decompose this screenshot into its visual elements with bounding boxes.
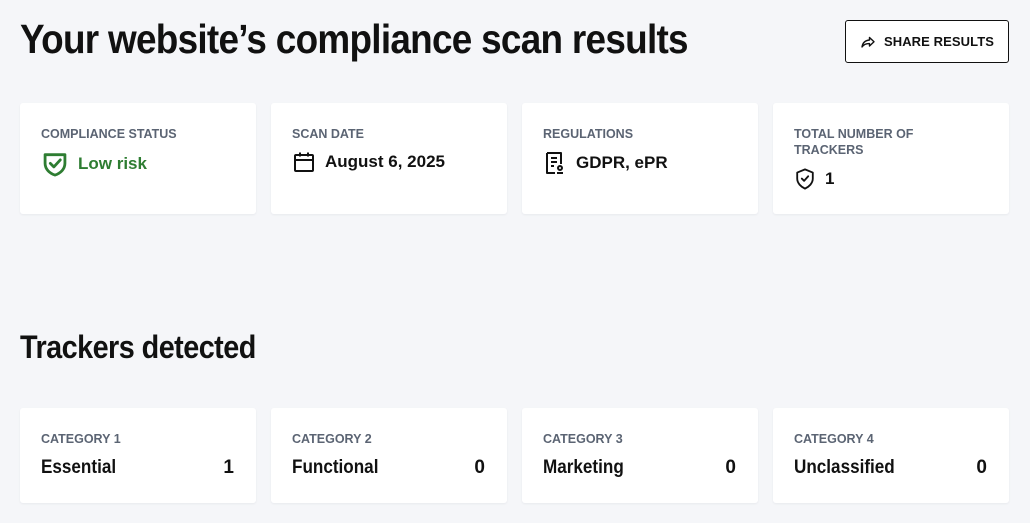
compliance-status-value: Low risk xyxy=(41,150,147,178)
trackers-total-text: 1 xyxy=(825,169,835,188)
shield-check-icon xyxy=(43,153,67,177)
scan-date-text: August 6, 2025 xyxy=(325,152,445,171)
category-card: CATEGORY 3 Marketing 0 xyxy=(522,408,758,503)
regulations-text: GDPR, ePR xyxy=(576,153,668,172)
category-card: CATEGORY 2 Functional 0 xyxy=(271,408,507,503)
share-results-label: SHARE RESULTS xyxy=(883,34,995,49)
page-title: Your website’s compliance scan results xyxy=(20,16,689,62)
category-name: Unclassified xyxy=(794,457,895,478)
regulations-card: REGULATIONS GDPR, ePR xyxy=(522,103,758,214)
category-name: Marketing xyxy=(543,457,624,478)
scan-date-value: August 6, 2025 xyxy=(292,150,445,174)
regulations-label: REGULATIONS xyxy=(543,127,634,141)
scan-date-label: SCAN DATE xyxy=(292,127,364,141)
trackers-total-label: TOTAL NUMBER OF TRACKERS xyxy=(794,127,914,157)
category-count: 0 xyxy=(725,457,736,478)
category-label: CATEGORY 3 xyxy=(543,432,623,446)
category-label: CATEGORY 1 xyxy=(41,432,121,446)
compliance-status-text: Low risk xyxy=(78,154,147,173)
compliance-status-card: COMPLIANCE STATUS Low risk xyxy=(20,103,256,214)
compliance-status-label: COMPLIANCE STATUS xyxy=(41,127,177,141)
category-label: CATEGORY 2 xyxy=(292,432,372,446)
document-icon xyxy=(546,152,563,174)
category-card: CATEGORY 1 Essential 1 xyxy=(20,408,256,503)
category-count: 0 xyxy=(474,457,485,478)
category-label: CATEGORY 4 xyxy=(794,432,874,446)
category-count: 1 xyxy=(223,457,234,478)
shield-outline-icon xyxy=(796,168,814,190)
trackers-total-card: TOTAL NUMBER OF TRACKERS 1 xyxy=(773,103,1009,214)
category-name: Functional xyxy=(292,457,379,478)
category-count: 0 xyxy=(976,457,987,478)
scan-date-card: SCAN DATE August 6, 2025 xyxy=(271,103,507,214)
share-results-button[interactable]: SHARE RESULTS xyxy=(845,20,1009,63)
category-card: CATEGORY 4 Unclassified 0 xyxy=(773,408,1009,503)
trackers-total-value: 1 xyxy=(794,167,834,191)
scan-results-page: Your website’s compliance scan results S… xyxy=(0,0,1030,523)
regulations-value: GDPR, ePR xyxy=(543,150,668,176)
share-icon xyxy=(861,36,875,48)
calendar-icon xyxy=(294,152,314,172)
trackers-section-title: Trackers detected xyxy=(20,329,256,365)
category-name: Essential xyxy=(41,457,117,478)
